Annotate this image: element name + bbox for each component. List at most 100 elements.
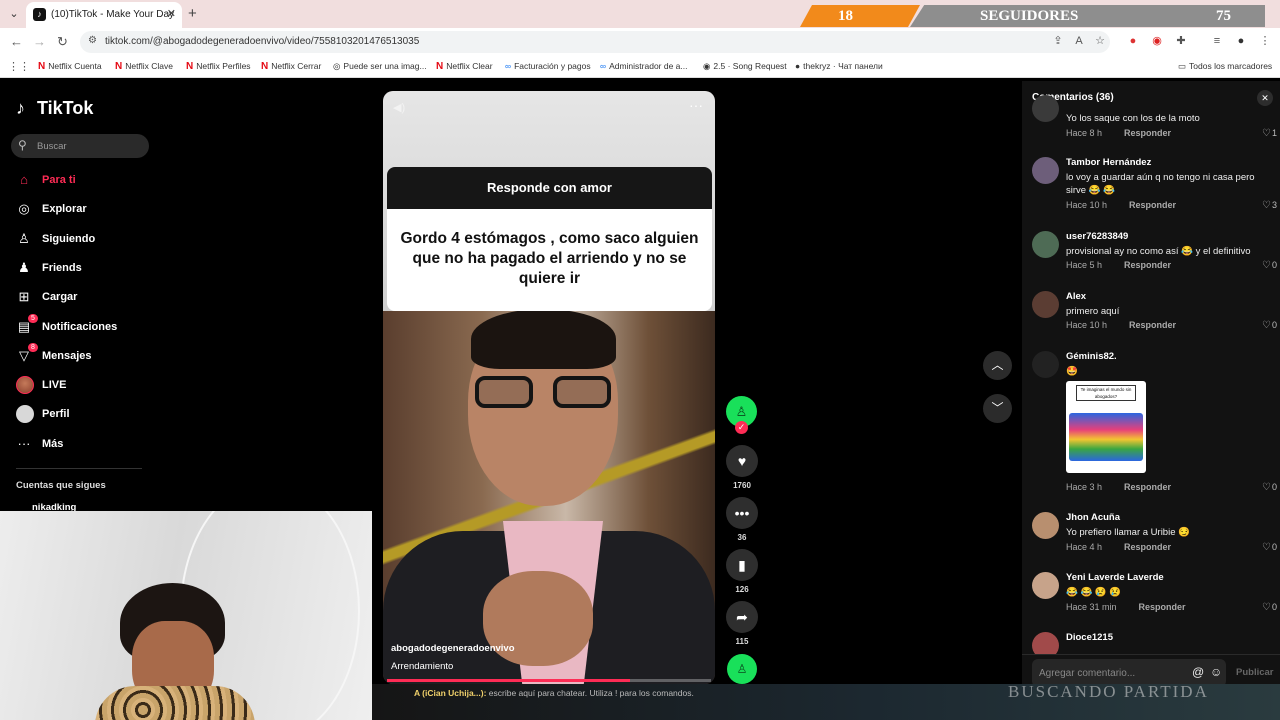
comment-user[interactable]: Tambor Hernández [1066,157,1151,168]
comment-user[interactable]: user76283849 [1066,231,1128,242]
comment-user[interactable]: Dioce1215 [1066,632,1113,643]
comment-like-button[interactable]: ♡0 [1262,482,1277,493]
mention-icon[interactable]: @ [1192,665,1204,679]
close-icon[interactable]: ✕ [167,7,176,20]
comment-like-button[interactable]: ♡3 [1262,200,1277,211]
comment-user[interactable]: Géminis82. [1066,351,1117,362]
search-box[interactable]: ⚲ [11,134,149,158]
reply-button[interactable]: Responder [1129,200,1176,210]
reply-button[interactable]: Responder [1124,260,1171,270]
reply-button[interactable]: Responder [1124,482,1171,492]
sidebar-item-label: Explorar [42,203,87,215]
share-button[interactable]: ➦ 115 [726,601,758,646]
tiktok-icon: ♪ [33,8,46,21]
comment-user[interactable]: Jhon Acuña [1066,512,1120,523]
sidebar-item-mas[interactable]: ··· Más [16,435,156,455]
avatar[interactable] [1032,572,1059,599]
site-info-icon[interactable]: ⚙ [88,35,97,46]
emoji-icon[interactable]: ☺ [1210,665,1222,679]
comment-like-button[interactable]: ♡1 [1262,128,1277,139]
video-progress[interactable] [387,679,711,682]
netflix-icon: N [261,61,269,72]
comment-button[interactable]: ••• 36 [726,497,758,542]
tiktok-logo[interactable]: ♪ TikTok [16,98,93,119]
bookmark-item[interactable]: N Netflix Clave [115,61,173,72]
avatar[interactable] [1032,157,1059,184]
bookmark-item[interactable]: ∞ Facturación y pagos [505,61,591,71]
following-icon: ♙ [18,231,30,246]
reply-button[interactable]: Responder [1124,542,1171,552]
sidebar-item-para-ti[interactable]: ⌂ Para ti [16,171,156,191]
chevron-up-icon[interactable]: ︿ [983,351,1012,380]
tab-search-icon[interactable]: ⌄ [6,6,22,22]
bookmark-item[interactable]: N Netflix Clear [436,61,493,72]
publish-button[interactable]: Publicar [1236,667,1274,678]
sidebar-item-explorar[interactable]: ◎ Explorar [16,200,156,220]
comment-like-button[interactable]: ♡0 [1262,260,1277,271]
reply-button[interactable]: Responder [1129,320,1176,330]
comment-user[interactable]: Alex [1066,291,1086,302]
avatar[interactable] [1032,291,1059,318]
sidebar-item-perfil[interactable]: Perfil [16,405,156,425]
comment-meta: Hace 4 h Responder [1066,542,1172,552]
comment-user[interactable]: Yeni Laverde Laverde [1066,572,1164,583]
bookmark-item[interactable]: ◉ 2.5 · Song Request [703,61,787,72]
url-field[interactable]: ⚙ tiktok.com/@abogadodegeneradoenvivo/vi… [80,31,1110,53]
sidebar-item-notificaciones[interactable]: ▤ 5 Notificaciones [16,314,156,338]
reply-button[interactable]: Responder [1139,602,1186,612]
video-player[interactable]: ◀) ··· Responde con amor Gordo 4 estómag… [383,91,715,684]
comment-like-button[interactable]: ♡0 [1262,602,1277,613]
save-button[interactable]: ▮ 126 [726,549,758,594]
cast-icon[interactable]: ⇪ [1052,35,1064,47]
reading-list-icon[interactable]: ≡ [1211,35,1223,47]
more-options-icon[interactable]: ··· [689,97,703,113]
forward-icon[interactable]: → [33,34,46,49]
bookmark-star-icon[interactable]: ☆ [1094,35,1106,47]
sidebar-item-siguiendo[interactable]: ♙ Siguiendo [16,230,156,250]
bookmark-item[interactable]: ◎ Puede ser una imag... [333,61,427,72]
browser-tab[interactable]: ♪ (10)TikTok - Make Your Day ✕ [26,2,182,28]
comment-image[interactable]: Te imaginas el mundo sin abogados? [1066,381,1146,473]
menu-icon[interactable]: ⋮ [1259,35,1271,47]
like-button[interactable]: ♥ 1760 [726,445,758,490]
globe-icon: ◎ [333,61,341,71]
sticker-caption: Te imaginas el mundo sin abogados? [1076,385,1136,401]
video-author[interactable]: abogadodegeneradoenvivo [391,643,515,654]
sidebar-item-friends[interactable]: ♟ Friends [16,259,156,279]
presenter-hair [471,309,616,369]
back-icon[interactable]: ← [10,34,23,49]
sidebar-item-mensajes[interactable]: ▽ 8 Mensajes [16,343,156,367]
bookmark-item[interactable]: N Netflix Cuenta [38,61,102,72]
comment-like-button[interactable]: ♡0 [1262,320,1277,331]
avatar[interactable] [1032,95,1059,122]
search-input[interactable] [37,137,142,155]
opera-icon[interactable]: ◉ [1151,35,1163,47]
sound-icon[interactable]: ◀) [393,101,405,114]
bookmark-item[interactable]: N Netflix Cerrar [261,61,321,72]
url-text: tiktok.com/@abogadodegeneradoenvivo/vide… [105,36,420,47]
bookmark-item[interactable]: ∞ Administrador de a... [600,61,688,71]
apps-icon[interactable]: ⋮⋮ [8,60,30,73]
new-tab-icon[interactable]: + [188,5,197,22]
follow-check-icon[interactable]: ✓ [735,421,748,434]
avatar[interactable] [1032,231,1059,258]
avatar[interactable] [1032,512,1059,539]
comment-like-button[interactable]: ♡0 [1262,542,1277,553]
translate-icon[interactable]: A [1073,35,1085,47]
sidebar-item-cargar[interactable]: ⊞ Cargar [16,288,156,308]
music-disc-icon[interactable]: ♙ [727,654,757,684]
comment-input[interactable] [1039,665,1179,681]
bookmark-item[interactable]: N Netflix Perfiles [186,61,251,72]
reload-icon[interactable]: ↻ [57,34,68,50]
chat-prompt[interactable]: A (iCian Uchija...): escribe aquí para c… [414,688,694,698]
all-bookmarks[interactable]: ▭ Todos los marcadores [1178,61,1272,72]
extension-icon[interactable]: ● [1127,35,1139,47]
avatar[interactable] [1032,351,1059,378]
sidebar-item-live[interactable]: LIVE [16,376,156,396]
puzzle-icon[interactable]: ✚ [1175,35,1187,47]
followers-counter: 18 SEGUIDORES 75 [800,5,1265,27]
bookmark-item[interactable]: ● thekryz · Чат панели [795,61,883,71]
reply-button[interactable]: Responder [1124,128,1171,138]
avatar[interactable]: ● [1235,35,1247,47]
chevron-down-icon[interactable]: ﹀ [983,394,1012,423]
